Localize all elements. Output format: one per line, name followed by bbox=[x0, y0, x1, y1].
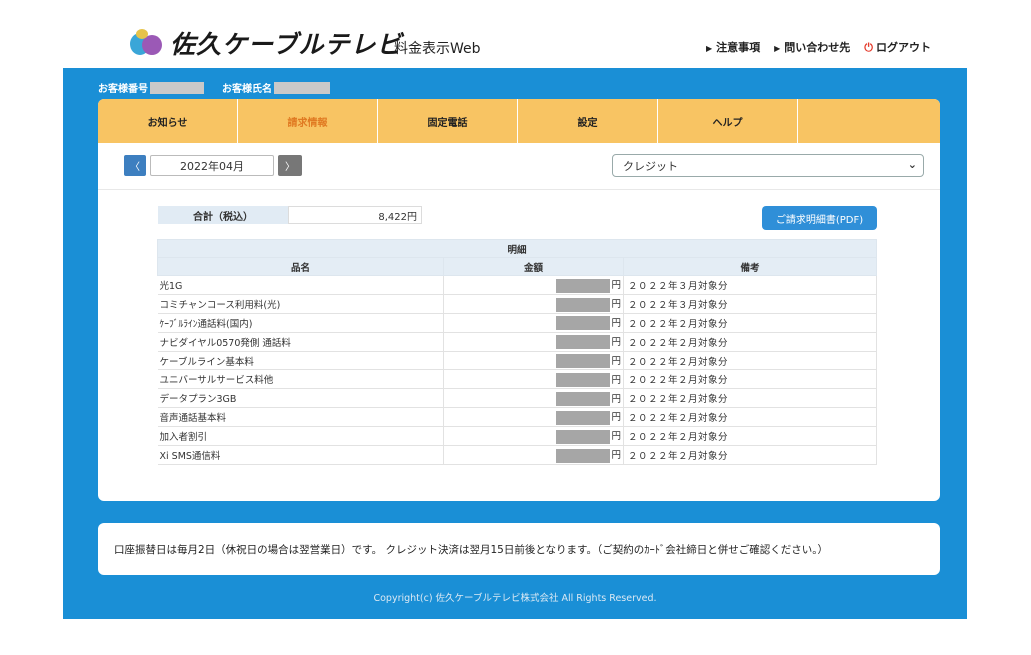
table-row: コミチャンコース利用料(光) 円 ２０２２年３月対象分 bbox=[157, 293, 877, 314]
item-amount: 円 bbox=[443, 331, 624, 352]
tab-empty bbox=[798, 99, 940, 143]
header-note: 備考 bbox=[623, 257, 877, 276]
tab-news[interactable]: お知らせ bbox=[98, 99, 238, 143]
item-note: ２０２２年２月対象分 bbox=[623, 350, 877, 371]
total-row: 合計（税込） 8,422円 bbox=[158, 206, 422, 224]
notes-link[interactable]: ▶ 注意事項 bbox=[706, 39, 760, 55]
month-nav: 〈 2022年04月 〉 クレジット ⌄ bbox=[98, 143, 940, 190]
customer-name-redacted bbox=[274, 81, 330, 94]
table-row: データプラン3GB 円 ２０２２年２月対象分 bbox=[157, 388, 877, 409]
tab-settings[interactable]: 設定 bbox=[518, 99, 658, 143]
payment-method-select[interactable]: クレジット ⌄ bbox=[612, 154, 924, 177]
detail-caption: 明細 bbox=[157, 239, 877, 258]
table-row: ｹｰﾌﾞﾙﾗｲﾝ通話料(国内) 円 ２０２２年２月対象分 bbox=[157, 312, 877, 333]
header: 佐久ケーブルテレビ 料金表示Web ▶ 注意事項 ▶ 問い合わせ先 ⏻ ログアウト bbox=[0, 0, 1031, 68]
item-note: ２０２２年２月対象分 bbox=[623, 369, 877, 390]
service-title: 料金表示Web bbox=[394, 41, 481, 57]
item-name: ケーブルライン基本料 bbox=[157, 350, 444, 371]
item-name: ｹｰﾌﾞﾙﾗｲﾝ通話料(国内) bbox=[157, 312, 444, 333]
item-amount: 円 bbox=[443, 312, 624, 333]
logo-text: 佐久ケーブルテレビ bbox=[170, 30, 403, 59]
item-amount: 円 bbox=[443, 388, 624, 409]
item-name: データプラン3GB bbox=[157, 388, 444, 409]
table-row: 光1G 円 ２０２２年３月対象分 bbox=[157, 275, 877, 295]
item-amount: 円 bbox=[443, 293, 624, 314]
header-item: 品名 bbox=[157, 257, 444, 276]
pdf-invoice-button[interactable]: ご請求明細書(PDF) bbox=[762, 206, 877, 230]
amount-redacted bbox=[556, 297, 611, 312]
item-note: ２０２２年２月対象分 bbox=[623, 312, 877, 333]
item-note: ２０２２年２月対象分 bbox=[623, 388, 877, 409]
main-panel: お知らせ 請求情報 固定電話 設定 ヘルプ 〈 2022年04月 〉 クレジット… bbox=[98, 99, 940, 501]
logout-link[interactable]: ⏻ ログアウト bbox=[864, 39, 931, 55]
item-name: 音声通話基本料 bbox=[157, 407, 444, 428]
item-amount: 円 bbox=[443, 369, 624, 390]
item-name: 光1G bbox=[157, 275, 444, 295]
item-amount: 円 bbox=[443, 445, 624, 465]
notice-text: 口座振替日は毎月2日（休祝日の場合は翌営業日）です。 クレジット決済は翌月15日… bbox=[114, 543, 828, 556]
amount-redacted bbox=[556, 354, 611, 369]
total-value: 8,422円 bbox=[288, 206, 422, 224]
amount-redacted bbox=[556, 392, 611, 407]
item-amount: 円 bbox=[443, 426, 624, 447]
item-name: コミチャンコース利用料(光) bbox=[157, 293, 444, 314]
amount-redacted bbox=[556, 278, 611, 293]
tab-help[interactable]: ヘルプ bbox=[658, 99, 798, 143]
amount-redacted bbox=[556, 410, 611, 425]
amount-redacted bbox=[556, 429, 611, 444]
month-display: 2022年04月 bbox=[150, 155, 274, 176]
item-note: ２０２２年２月対象分 bbox=[623, 407, 877, 428]
item-amount: 円 bbox=[443, 350, 624, 371]
detail-table: 明細 品名 金額 備考 光1G 円 ２０２２年３月対象分 コミチャンコース利用料(光)… bbox=[157, 239, 877, 465]
amount-redacted bbox=[556, 316, 611, 331]
next-month-button[interactable]: 〉 bbox=[278, 155, 302, 176]
logo-icon bbox=[130, 29, 164, 57]
power-icon: ⏻ bbox=[864, 41, 873, 54]
item-note: ２０２２年２月対象分 bbox=[623, 426, 877, 447]
item-name: ナビダイヤル0570発側 通話料 bbox=[157, 331, 444, 352]
tab-landline[interactable]: 固定電話 bbox=[378, 99, 518, 143]
tab-billing[interactable]: 請求情報 bbox=[238, 99, 378, 143]
logo[interactable]: 佐久ケーブルテレビ bbox=[130, 28, 403, 59]
amount-redacted bbox=[556, 448, 611, 463]
table-row: 音声通話基本料円 ２０２２年２月対象分 bbox=[157, 407, 877, 428]
tab-bar: お知らせ 請求情報 固定電話 設定 ヘルプ bbox=[98, 99, 940, 143]
notice-box: 口座振替日は毎月2日（休祝日の場合は翌営業日）です。 クレジット決済は翌月15日… bbox=[98, 523, 940, 575]
customer-number-label: お客様番号 bbox=[98, 84, 148, 95]
item-note: ２０２２年２月対象分 bbox=[623, 445, 877, 465]
table-row: ユニバーサルサービス料他円 ２０２２年２月対象分 bbox=[157, 369, 877, 390]
item-name: ユニバーサルサービス料他 bbox=[157, 369, 444, 390]
table-row: Xi SMS通信料円 ２０２２年２月対象分 bbox=[157, 445, 877, 465]
item-note: ２０２２年３月対象分 bbox=[623, 293, 877, 314]
triangle-right-icon: ▶ bbox=[774, 44, 781, 53]
header-amount: 金額 bbox=[443, 257, 624, 276]
table-row: 加入者割引円 ２０２２年２月対象分 bbox=[157, 426, 877, 447]
contact-link[interactable]: ▶ 問い合わせ先 bbox=[774, 39, 850, 55]
item-note: ２０２２年２月対象分 bbox=[623, 331, 877, 352]
top-links: ▶ 注意事項 ▶ 問い合わせ先 ⏻ ログアウト bbox=[706, 39, 931, 55]
amount-redacted bbox=[556, 335, 611, 350]
customer-name-label: お客様氏名 bbox=[222, 84, 272, 95]
chevron-down-icon: ⌄ bbox=[907, 158, 917, 171]
payment-method-value: クレジット bbox=[623, 159, 678, 173]
item-amount: 円 bbox=[443, 407, 624, 428]
table-row: ケーブルライン基本料円 ２０２２年２月対象分 bbox=[157, 350, 877, 371]
table-row: ナビダイヤル0570発側 通話料円 ２０２２年２月対象分 bbox=[157, 331, 877, 352]
customer-number-redacted bbox=[150, 81, 204, 94]
item-name: Xi SMS通信料 bbox=[157, 445, 444, 465]
triangle-right-icon: ▶ bbox=[705, 44, 713, 53]
amount-redacted bbox=[556, 373, 611, 388]
customer-info: お客様番号 お客様氏名 bbox=[98, 80, 330, 95]
prev-month-button[interactable]: 〈 bbox=[124, 155, 146, 176]
item-name: 加入者割引 bbox=[157, 426, 444, 447]
total-label: 合計（税込） bbox=[158, 206, 288, 224]
copyright: Copyright(c) 佐久ケーブルテレビ株式会社 All Rights Re… bbox=[373, 593, 657, 604]
item-note: ２０２２年３月対象分 bbox=[623, 275, 877, 295]
item-amount: 円 bbox=[443, 275, 624, 295]
